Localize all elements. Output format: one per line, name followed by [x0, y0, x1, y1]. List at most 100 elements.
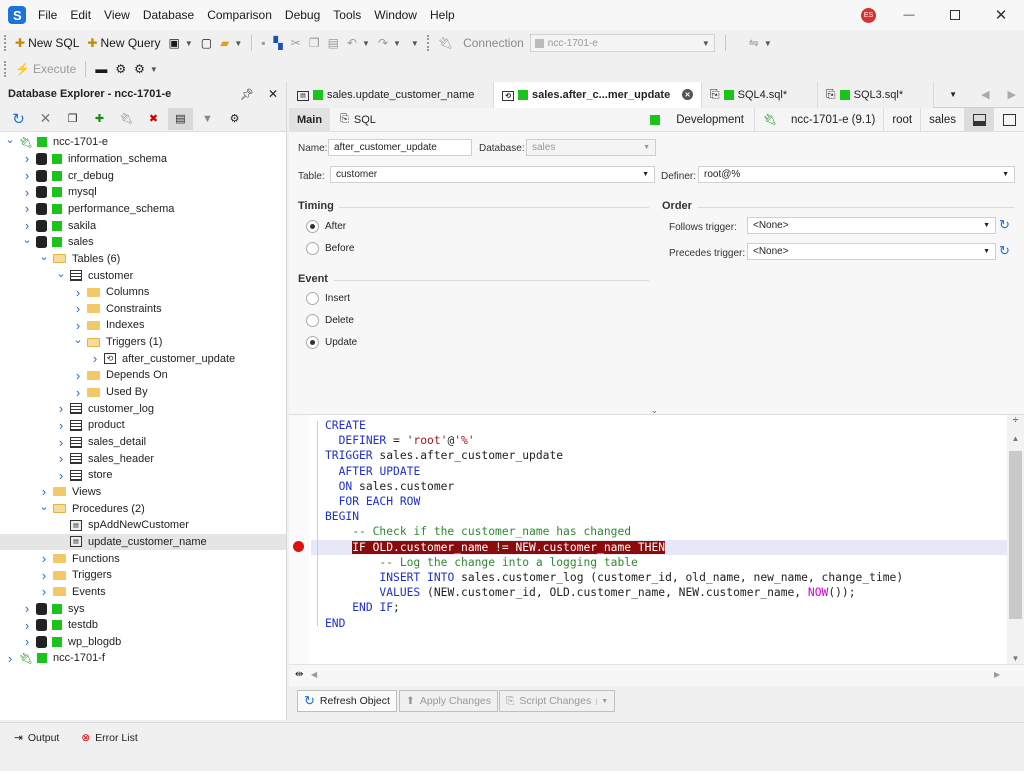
cut-button[interactable]: ✂	[287, 32, 305, 54]
menu-edit[interactable]: Edit	[70, 8, 91, 22]
tabs-overflow-icon[interactable]: ▼	[949, 90, 957, 99]
tree-item[interactable]: › Functions	[0, 550, 286, 567]
tree-item[interactable]: › information_schema	[0, 151, 286, 168]
menu-file[interactable]: File	[38, 8, 57, 22]
tabs-scroll-left-icon[interactable]: ◀	[981, 88, 989, 101]
paste-button[interactable]: ▤	[324, 32, 343, 54]
maximize-icon[interactable]	[932, 0, 978, 30]
code-line[interactable]: FOR EACH ROW	[325, 494, 421, 509]
chevron-down-icon[interactable]: ⌄	[4, 133, 16, 146]
database-select[interactable]: sales ▼	[526, 139, 656, 156]
apply-changes-button[interactable]: ⬆ Apply Changes	[399, 690, 499, 712]
chevron-right-icon[interactable]: ›	[21, 634, 33, 649]
toolbar-overflow[interactable]: ▼	[405, 32, 423, 54]
edit-connection-icon[interactable]: 🔌︎	[114, 108, 139, 130]
chevron-right-icon[interactable]: ›	[21, 185, 33, 200]
tree-item[interactable]: › Events	[0, 584, 286, 601]
output-tab[interactable]: ⇥ Output	[14, 732, 59, 744]
script-changes-button[interactable]: ⎘ Script Changes ▼	[499, 690, 616, 712]
tree-item[interactable]: › 🔌︎ ncc-1701-f	[0, 650, 286, 667]
code-line[interactable]: TRIGGER sales.after_customer_update	[325, 448, 563, 463]
save-button[interactable]: ▪	[257, 32, 269, 54]
tab-sql[interactable]: ⎘ SQL	[330, 108, 386, 132]
tab-document[interactable]: ▤ sales.update_customer_name	[289, 81, 494, 108]
chevron-right-icon[interactable]: ›	[38, 568, 50, 583]
menu-help[interactable]: Help	[430, 8, 455, 22]
filter-icon[interactable]: ▼	[195, 108, 220, 130]
refresh-object-button[interactable]: ↻ Refresh Object	[297, 690, 397, 712]
sql-editor[interactable]: CREATE DEFINER = 'root'@'%' TRIGGER sales…	[289, 414, 1024, 665]
tree-item[interactable]: › Columns	[0, 284, 286, 301]
tree-item[interactable]: ⌄ sales	[0, 234, 286, 251]
connection-plug-icon[interactable]: 🔌︎	[434, 32, 457, 54]
new-connection-icon[interactable]: ✚	[87, 108, 112, 130]
scroll-thumb[interactable]	[1009, 451, 1022, 619]
profiler-button[interactable]: ⚙	[111, 58, 130, 80]
code-line[interactable]: -- Log the change into a logging table	[325, 555, 637, 570]
table-select[interactable]: customer ▼	[330, 166, 655, 183]
tree-item[interactable]: › customer_log	[0, 400, 286, 417]
tabs-scroll-right-icon[interactable]: ▶	[1008, 88, 1016, 101]
close-window-icon[interactable]: ✕	[978, 0, 1024, 30]
new-query-button[interactable]: ✚ New Query	[83, 32, 164, 54]
object-viewer-icon[interactable]: ▤	[168, 107, 193, 130]
follows-trigger-select[interactable]: <None> ▼	[747, 217, 996, 234]
environment-indicator[interactable]: Development	[650, 107, 755, 132]
minimize-icon[interactable]: —	[886, 0, 932, 30]
menu-window[interactable]: Window	[374, 8, 417, 22]
tab-document[interactable]: ⟲ sales.after_c...mer_update ✕	[494, 81, 702, 108]
layout-bottom-icon[interactable]	[964, 107, 994, 132]
timing-after-radio[interactable]: After	[306, 220, 346, 233]
toolbar-grip[interactable]	[4, 35, 7, 51]
chevron-down-icon[interactable]: ⌄	[21, 233, 33, 246]
chevron-right-icon[interactable]: ›	[55, 401, 67, 416]
execute-button[interactable]: ⚡ Execute	[11, 58, 80, 80]
tree-item[interactable]: ▤ spAddNewCustomer	[0, 517, 286, 534]
code-line[interactable]: END	[325, 616, 345, 631]
scroll-right-icon[interactable]: ▶	[994, 670, 1000, 679]
tree-item[interactable]: › mysql	[0, 184, 286, 201]
user-indicator[interactable]: root	[884, 107, 922, 132]
chevron-right-icon[interactable]: ›	[4, 651, 16, 666]
tree-item[interactable]: ⌄ Procedures (2)	[0, 500, 286, 517]
tree-item[interactable]: › wp_blogdb	[0, 634, 286, 651]
tree-item[interactable]: › ⟲ after_customer_update	[0, 350, 286, 367]
code-line[interactable]: -- Check if the customer_name has change…	[325, 524, 631, 539]
new-object-button[interactable]: ▣ ▼	[165, 32, 197, 54]
tree-item[interactable]: ⌄ Triggers (1)	[0, 334, 286, 351]
editor-scrollbar[interactable]: ÷ ▲ ▼	[1007, 415, 1024, 665]
tree-item[interactable]: › sakila	[0, 217, 286, 234]
close-panel-icon[interactable]: ✕	[268, 87, 278, 101]
copy-button[interactable]: ❐	[305, 32, 324, 54]
chevron-right-icon[interactable]: ›	[55, 418, 67, 433]
undo-button[interactable]: ↶ ▼	[343, 32, 374, 54]
chevron-down-icon[interactable]: ⌄	[38, 500, 50, 513]
chevron-right-icon[interactable]: ›	[72, 285, 84, 300]
chevron-down-icon[interactable]: ⌄	[72, 333, 84, 346]
open-button[interactable]: ▰ ▼	[216, 32, 246, 54]
tree-item[interactable]: › Indexes	[0, 317, 286, 334]
code-line[interactable]: DEFINER = 'root'@'%'	[325, 433, 475, 448]
chevron-right-icon[interactable]: ›	[55, 435, 67, 450]
disconnect-icon[interactable]: ✖	[141, 108, 166, 130]
code-line[interactable]: CREATE	[325, 418, 366, 433]
toolbar-grip-3[interactable]	[4, 61, 7, 77]
breakpoint-icon[interactable]	[293, 541, 304, 552]
tab-close-icon[interactable]: ✕	[682, 89, 693, 100]
tree-item[interactable]: ▤ update_customer_name	[0, 533, 286, 551]
refresh-icon[interactable]: ↻	[6, 108, 31, 130]
code-line[interactable]: END IF;	[325, 600, 400, 615]
schema-sync-button[interactable]: ⇋ ▼	[745, 32, 776, 54]
menu-comparison[interactable]: Comparison	[207, 8, 272, 22]
chevron-right-icon[interactable]: ›	[21, 201, 33, 216]
database-indicator[interactable]: sales	[921, 108, 964, 132]
chevron-right-icon[interactable]: ›	[21, 151, 33, 166]
chevron-right-icon[interactable]: ›	[38, 484, 50, 499]
tab-document[interactable]: ⎘ SQL4.sql*	[702, 81, 818, 108]
menu-tools[interactable]: Tools	[333, 8, 361, 22]
layout-full-icon[interactable]	[994, 108, 1024, 132]
chevron-right-icon[interactable]: ›	[72, 368, 84, 383]
event-update-radio[interactable]: Update	[306, 336, 357, 349]
chevron-right-icon[interactable]: ›	[72, 385, 84, 400]
settings-icon[interactable]: ⚙	[222, 108, 247, 130]
